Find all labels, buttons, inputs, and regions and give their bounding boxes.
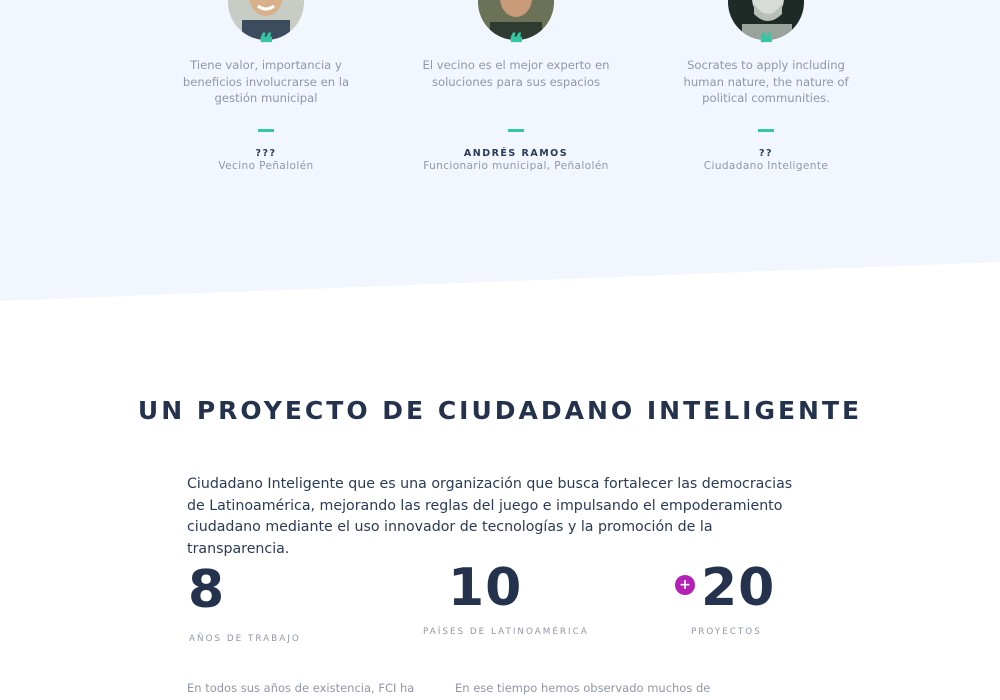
plus-icon: + [675, 575, 695, 595]
project-intro: Ciudadano Inteligente que es una organiz… [187, 476, 793, 558]
stat-number: 20 [701, 558, 776, 618]
stat-label: PAÍSES DE LATINOAMÉRICA [423, 627, 589, 637]
quote-icon: ❝ [259, 29, 273, 59]
testimonial-role: Funcionario municipal, Peñalolén [423, 160, 609, 172]
testimonial-quote: El vecino es el mejor experto en solucio… [422, 58, 610, 89]
body-column-text: En ese tiempo hemos observado muchos de [455, 681, 711, 695]
stat-number: 10 [448, 558, 523, 618]
stat-label: AÑOS DE TRABAJO [189, 634, 301, 644]
divider [508, 129, 524, 132]
stat-label: PROYECTOS [691, 627, 762, 637]
body-column-text: En todos sus años de existencia, FCI ha [187, 681, 415, 695]
quote-icon: ❝ [509, 29, 523, 59]
testimonial-role: Vecino Peñalolén [218, 160, 314, 172]
testimonial-role: Ciudadano Inteligente [703, 160, 829, 172]
divider [758, 129, 774, 132]
testimonial-author: ??? [255, 148, 277, 159]
section-title: UN PROYECTO DE CIUDADANO INTELIGENTE [137, 396, 863, 425]
testimonial-author: ?? [758, 148, 774, 159]
stat-number: 8 [188, 560, 226, 620]
testimonial-quote: Tiene valor, importancia y beneficios in… [182, 58, 350, 105]
divider [258, 129, 274, 132]
quote-icon: ❝ [759, 29, 773, 59]
testimonial-author: ANDRÉS RAMOS [463, 148, 569, 159]
testimonials-section: ❝ Tiene valor, importancia y beneficios … [0, 0, 1000, 302]
testimonial-quote: Socrates to apply including human nature… [683, 58, 849, 105]
